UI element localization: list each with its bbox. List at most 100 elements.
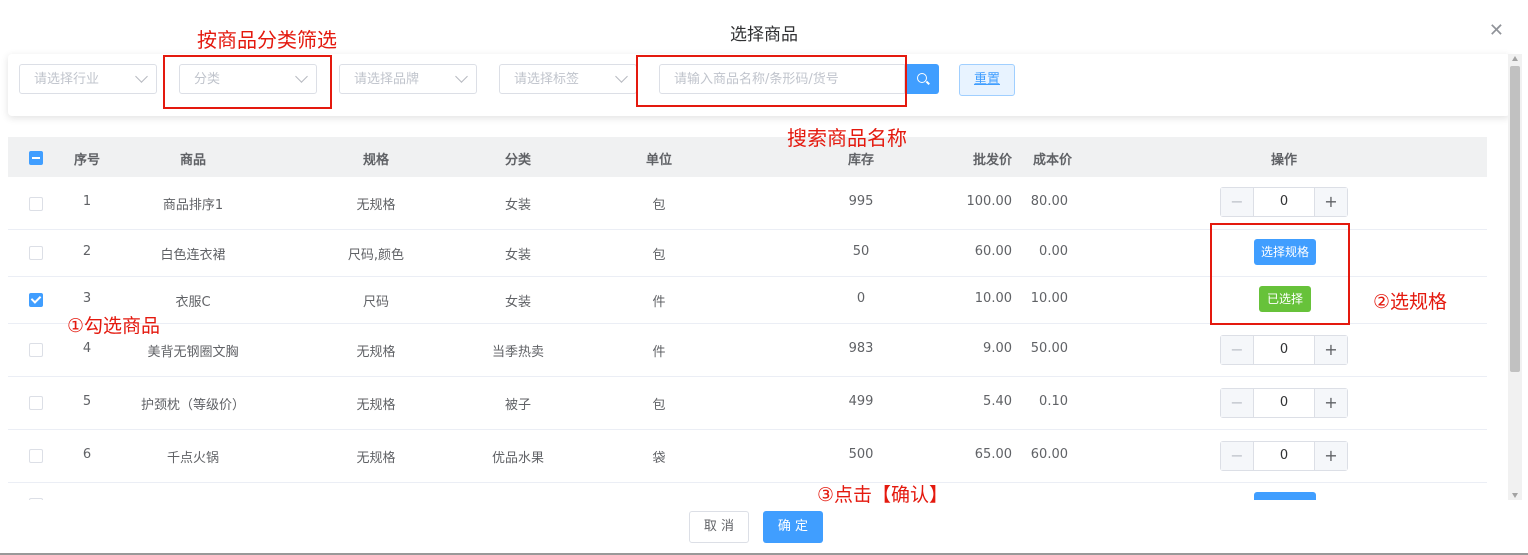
row-index: 5 <box>82 394 92 409</box>
row-checkbox[interactable] <box>29 396 43 410</box>
row-stock: 983 <box>848 341 874 356</box>
row-wholesale: 5.40 <box>983 394 1012 409</box>
row-wholesale: 100.00 <box>966 194 1013 209</box>
quantity-stepper[interactable]: − 0 + <box>1220 187 1348 217</box>
row-index: 4 <box>82 341 92 356</box>
close-icon[interactable]: ✕ <box>1489 20 1504 41</box>
row-stock: 50 <box>852 244 870 259</box>
table-row-partial <box>8 482 1487 500</box>
row-product: 商品排序1 <box>162 198 224 213</box>
quantity-stepper[interactable]: − 0 + <box>1220 441 1348 471</box>
action-column-highlight <box>1210 223 1350 325</box>
row-product: 白色连衣裙 <box>160 248 226 263</box>
row-cost: 0.10 <box>1039 394 1068 409</box>
header-spec: 规格 <box>362 153 390 168</box>
row-checkbox[interactable] <box>29 246 43 260</box>
industry-select[interactable]: 请选择行业 <box>19 64 157 94</box>
plus-icon[interactable]: + <box>1314 188 1347 216</box>
brand-select-placeholder: 请选择品牌 <box>354 72 420 87</box>
annotation-click-confirm: ③点击【确认】 <box>817 484 949 506</box>
search-button[interactable] <box>905 64 939 94</box>
search-icon <box>917 73 927 83</box>
scroll-thumb[interactable] <box>1510 66 1520 372</box>
table-row: 4 美背无钢圈文胸 无规格 当季热卖 件 983 9.00 50.00 − 0 … <box>8 323 1487 377</box>
row-index: 2 <box>82 244 92 259</box>
industry-select-placeholder: 请选择行业 <box>34 72 100 87</box>
row-checkbox[interactable] <box>29 197 43 211</box>
row-category: 女装 <box>504 198 532 213</box>
quantity-value[interactable]: 0 <box>1253 442 1315 470</box>
row-checkbox[interactable] <box>29 343 43 357</box>
select-product-dialog: 选择商品 ✕ 请选择行业 分类 请选择品牌 请选择标签 请输入商品名称/条形码/… <box>0 0 1528 555</box>
search-highlight <box>636 55 907 107</box>
quantity-stepper[interactable]: − 0 + <box>1220 335 1348 365</box>
annotation-search-name: 搜索商品名称 <box>787 126 907 150</box>
row-unit: 件 <box>652 345 666 360</box>
row-category: 女装 <box>504 248 532 263</box>
row-index: 6 <box>82 447 92 462</box>
select-all-checkbox[interactable] <box>29 151 43 165</box>
chevron-down-icon <box>135 70 148 83</box>
row-stock: 0 <box>856 291 866 306</box>
select-spec-button[interactable] <box>1254 492 1316 500</box>
row-category: 当季热卖 <box>491 345 545 360</box>
row-unit: 袋 <box>652 451 666 466</box>
row-unit: 包 <box>652 398 666 413</box>
reset-button[interactable]: 重置 <box>959 64 1015 96</box>
row-category: 优品水果 <box>491 451 545 466</box>
plus-icon[interactable]: + <box>1314 442 1347 470</box>
row-unit: 件 <box>652 295 666 310</box>
row-wholesale: 10.00 <box>974 291 1012 306</box>
row-unit: 包 <box>652 248 666 263</box>
scroll-up-icon[interactable] <box>1512 56 1518 61</box>
row-cost: 10.00 <box>1030 291 1068 306</box>
annotation-select-spec: ②选规格 <box>1373 291 1448 313</box>
quantity-value[interactable]: 0 <box>1253 389 1315 417</box>
row-stock: 500 <box>848 447 874 462</box>
row-product: 千点火锅 <box>166 451 220 466</box>
quantity-value[interactable]: 0 <box>1253 188 1315 216</box>
row-spec: 尺码 <box>362 295 390 310</box>
row-spec: 无规格 <box>356 451 396 466</box>
confirm-button[interactable]: 确 定 <box>763 511 823 543</box>
annotation-check-product: ①勾选商品 <box>67 315 161 337</box>
row-checkbox[interactable] <box>29 498 43 500</box>
annotation-category-filter: 按商品分类筛选 <box>197 28 337 52</box>
header-stock: 库存 <box>847 153 875 168</box>
row-product: 美背无钢圈文胸 <box>147 345 239 360</box>
scrollbar[interactable] <box>1508 54 1522 500</box>
minus-icon[interactable]: − <box>1221 442 1254 470</box>
quantity-value[interactable]: 0 <box>1253 336 1315 364</box>
row-spec: 无规格 <box>356 398 396 413</box>
plus-icon[interactable]: + <box>1314 336 1347 364</box>
row-spec: 无规格 <box>356 198 396 213</box>
header-cost: 成本价 <box>1032 153 1072 168</box>
row-checkbox[interactable] <box>29 449 43 463</box>
row-cost: 80.00 <box>1030 194 1068 209</box>
row-stock: 995 <box>848 194 874 209</box>
row-cost: 60.00 <box>1030 447 1068 462</box>
minus-icon[interactable]: − <box>1221 389 1254 417</box>
tag-select[interactable]: 请选择标签 <box>499 64 637 94</box>
row-product: 护颈枕（等级价） <box>140 398 246 413</box>
table-row: 6 千点火锅 无规格 优品水果 袋 500 65.00 60.00 − 0 + <box>8 429 1487 483</box>
header-wholesale: 批发价 <box>972 153 1012 168</box>
row-checkbox[interactable] <box>29 293 43 307</box>
header-category: 分类 <box>504 153 532 168</box>
row-wholesale: 9.00 <box>983 341 1012 356</box>
scroll-down-icon[interactable] <box>1512 493 1518 498</box>
tag-select-placeholder: 请选择标签 <box>514 72 580 87</box>
cancel-button[interactable]: 取 消 <box>689 511 749 543</box>
row-cost: 50.00 <box>1030 341 1068 356</box>
category-filter-highlight <box>163 55 332 109</box>
table-row: 5 护颈枕（等级价） 无规格 被子 包 499 5.40 0.10 − 0 + <box>8 376 1487 430</box>
header-action: 操作 <box>1270 153 1298 168</box>
row-stock: 499 <box>848 394 874 409</box>
row-product: 衣服C <box>175 295 211 310</box>
minus-icon[interactable]: − <box>1221 188 1254 216</box>
plus-icon[interactable]: + <box>1314 389 1347 417</box>
brand-select[interactable]: 请选择品牌 <box>339 64 477 94</box>
quantity-stepper[interactable]: − 0 + <box>1220 388 1348 418</box>
header-product: 商品 <box>179 153 207 168</box>
minus-icon[interactable]: − <box>1221 336 1254 364</box>
